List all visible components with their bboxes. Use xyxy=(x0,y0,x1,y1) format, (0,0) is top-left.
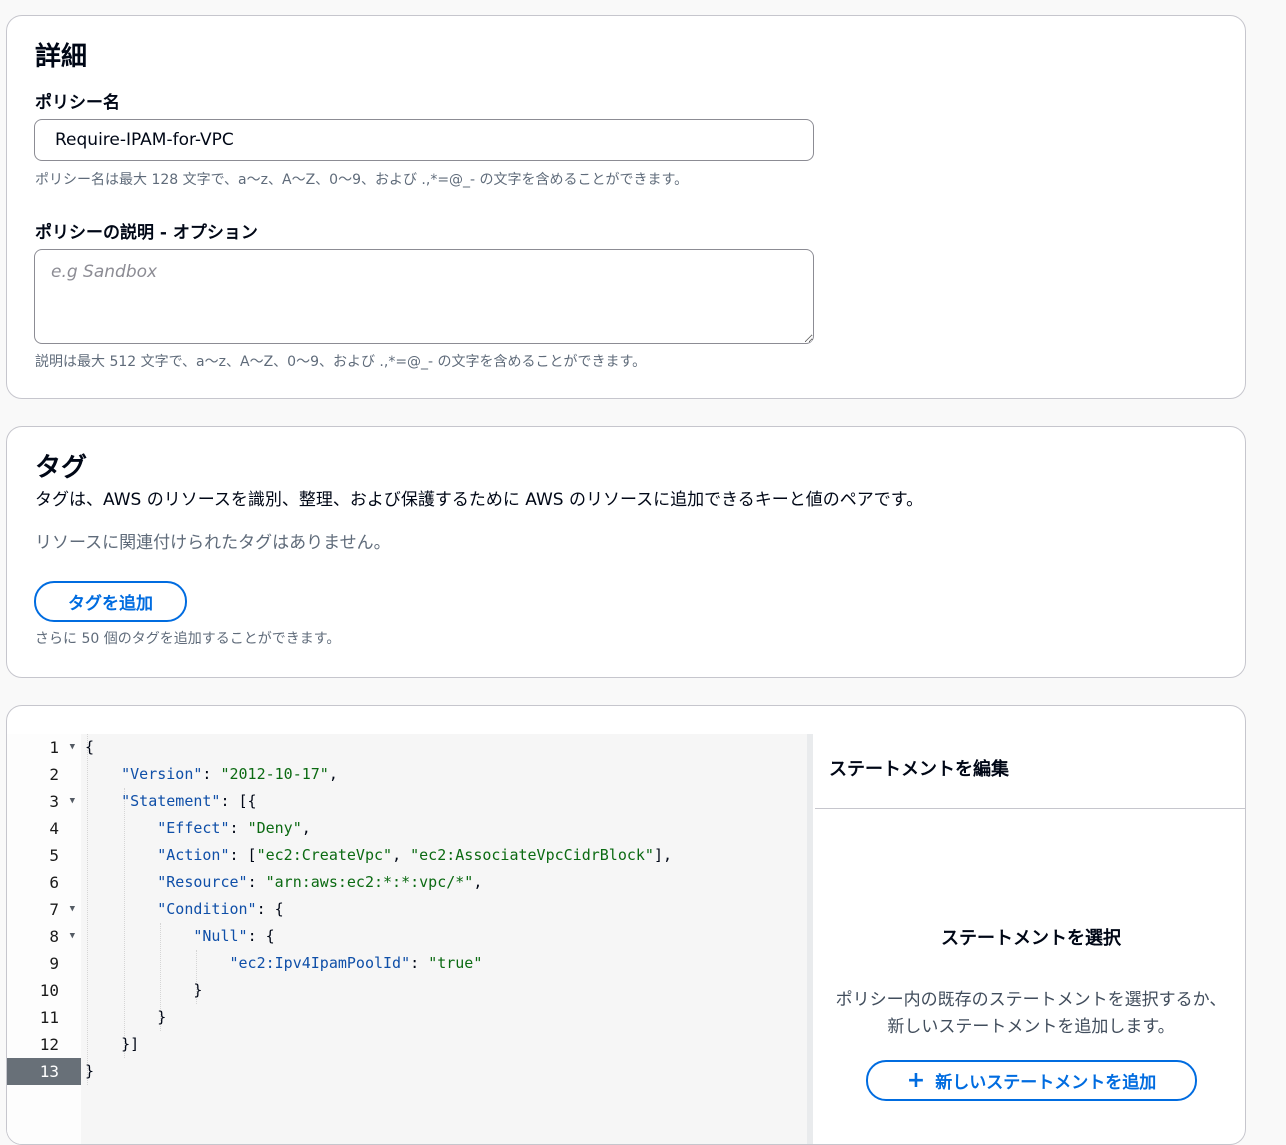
editor-gutter: 1 ▼ 2 3 ▼ 4 5 6 7 ▼ 8 ▼ 9 10 11 12 13 xyxy=(7,734,81,1144)
fold-toggle-icon[interactable]: ▼ xyxy=(70,788,75,815)
line-number: 4 xyxy=(49,819,59,838)
code-line[interactable]: "Action": ["ec2:CreateVpc", "ec2:Associa… xyxy=(85,842,672,869)
line-number: 3 ▼ xyxy=(7,788,81,815)
plus-icon: + xyxy=(906,1067,926,1093)
policy-description-label: ポリシーの説明 - オプション xyxy=(35,223,258,243)
line-number: 11 xyxy=(39,1008,59,1027)
code-line[interactable]: "Condition": { xyxy=(85,896,283,923)
line-number: 9 xyxy=(49,954,59,973)
statement-panel: ステートメントを編集 ステートメントを選択 ポリシー内の既存のステートメントを選… xyxy=(815,706,1245,1144)
line-number: 1 ▼ xyxy=(7,734,81,761)
tags-empty-text: リソースに関連付けられたタグはありません。 xyxy=(35,533,391,553)
policy-description-textarea[interactable] xyxy=(34,249,814,344)
code-line[interactable]: "Effect": "Deny", xyxy=(85,815,311,842)
editor-scrollbar[interactable] xyxy=(807,734,813,1144)
details-title: 詳細 xyxy=(35,42,88,72)
line-number: 12 xyxy=(39,1035,59,1054)
json-code-editor[interactable]: 1 ▼ 2 3 ▼ 4 5 6 7 ▼ 8 ▼ 9 10 11 12 13 { "Version": "2012… xyxy=(7,734,807,1144)
tags-container: タグ タグは、AWS のリソースを識別、整理、および保護するために AWS のリ… xyxy=(6,426,1246,678)
fold-toggle-icon[interactable]: ▼ xyxy=(70,734,75,761)
code-line[interactable]: "ec2:Ipv4IpamPoolId": "true" xyxy=(85,950,483,977)
tags-title: タグ xyxy=(35,453,88,483)
code-line[interactable]: } xyxy=(85,1058,94,1085)
code-line[interactable]: "Version": "2012-10-17", xyxy=(85,761,338,788)
edit-statement-title: ステートメントを編集 xyxy=(829,759,1009,780)
add-new-statement-label: 新しいステートメントを追加 xyxy=(935,1073,1157,1093)
policy-name-input[interactable] xyxy=(34,119,814,161)
line-number: 8 ▼ xyxy=(7,923,81,950)
code-line[interactable]: } xyxy=(85,1004,166,1031)
select-statement-description: ポリシー内の既存のステートメントを選択するか、新しいステートメントを追加します。 xyxy=(835,990,1227,1037)
statement-panel-header: ステートメントを編集 xyxy=(815,706,1245,809)
tags-limit-hint: さらに 50 個のタグを追加することができます。 xyxy=(35,631,341,647)
line-number: 6 xyxy=(49,873,59,892)
policy-name-hint: ポリシー名は最大 128 文字で、a〜z、A〜Z、0〜9、および .,*=@_-… xyxy=(35,172,689,188)
code-line[interactable]: { xyxy=(85,734,94,761)
line-number: 2 xyxy=(49,765,59,784)
fold-toggle-icon[interactable]: ▼ xyxy=(70,896,75,923)
fold-toggle-icon[interactable]: ▼ xyxy=(70,923,75,950)
select-statement-title: ステートメントを選択 xyxy=(941,928,1121,949)
details-container: 詳細 ポリシー名 ポリシー名は最大 128 文字で、a〜z、A〜Z、0〜9、およ… xyxy=(6,15,1246,399)
line-number: 13 xyxy=(7,1058,81,1085)
add-new-statement-button[interactable]: + 新しいステートメントを追加 xyxy=(866,1060,1197,1101)
add-tag-button[interactable]: タグを追加 xyxy=(34,581,187,622)
code-line[interactable]: }] xyxy=(85,1031,139,1058)
code-line[interactable]: "Statement": [{ xyxy=(85,788,256,815)
code-line[interactable]: } xyxy=(85,977,202,1004)
line-number: 5 xyxy=(49,846,59,865)
add-tag-button-label: タグを追加 xyxy=(68,594,153,614)
line-number: 10 xyxy=(39,981,59,1000)
line-number: 7 ▼ xyxy=(7,896,81,923)
policy-description-hint: 説明は最大 512 文字で、a〜z、A〜Z、0〜9、および .,*=@_- の文… xyxy=(35,354,647,370)
code-line[interactable]: "Resource": "arn:aws:ec2:*:*:vpc/*", xyxy=(85,869,482,896)
code-line[interactable]: "Null": { xyxy=(85,923,274,950)
policy-name-label: ポリシー名 xyxy=(35,93,120,113)
tags-description: タグは、AWS のリソースを識別、整理、および保護するために AWS のリソース… xyxy=(35,490,924,510)
policy-editor-container: 1 ▼ 2 3 ▼ 4 5 6 7 ▼ 8 ▼ 9 10 11 12 13 { "Version": "2012… xyxy=(6,705,1246,1145)
